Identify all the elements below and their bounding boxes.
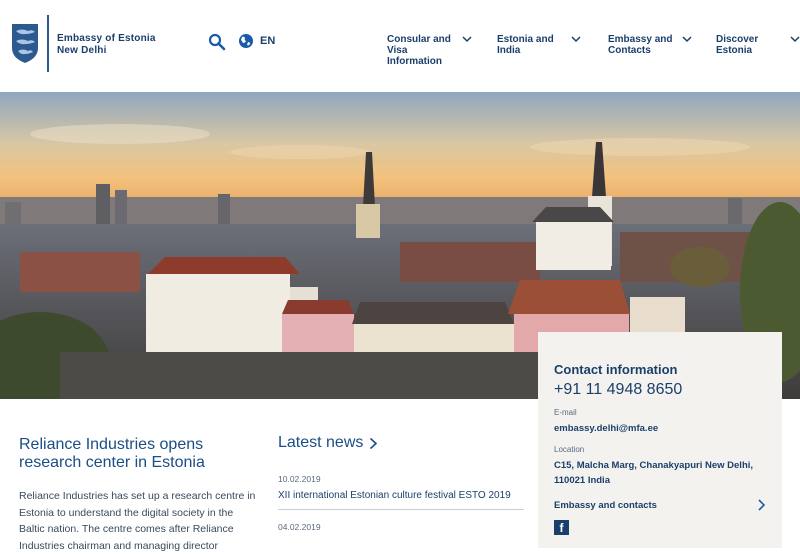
- contact-card: Contact information +91 11 4948 8650 E-m…: [538, 332, 782, 548]
- nav-label: Estonia and India: [497, 34, 554, 56]
- latest-news-link[interactable]: Latest news: [278, 434, 524, 452]
- news-item: 10.02.2019 XII international Estonian cu…: [278, 474, 524, 510]
- nav-label: Discover Estonia: [716, 34, 759, 56]
- news-date: 04.02.2019: [278, 522, 321, 532]
- article-body: Reliance Industries has set up a researc…: [19, 490, 256, 552]
- news-date: 10.02.2019: [278, 474, 321, 484]
- featured-article: Reliance Industries opens research cente…: [19, 436, 259, 554]
- chevron-down-icon: [682, 36, 692, 43]
- contact-phone[interactable]: +91 11 4948 8650: [554, 381, 766, 399]
- location-label: Location: [554, 445, 585, 454]
- news-divider: [278, 509, 524, 510]
- latest-news: Latest news 10.02.2019 XII international…: [278, 434, 524, 538]
- language-label: EN: [260, 35, 276, 47]
- nav-consular-visa[interactable]: Consular and Visa Information: [387, 34, 472, 67]
- contact-title: Contact information: [554, 362, 678, 377]
- chevron-down-icon: [462, 36, 472, 43]
- location-text: C15, Malcha Marg, Chanakyapuri New Delhi…: [554, 460, 754, 486]
- site-header: Embassy of Estonia New Delhi EN Consular…: [0, 0, 800, 90]
- article-title[interactable]: Reliance Industries opens research cente…: [19, 436, 259, 472]
- news-headline[interactable]: XII international Estonian culture festi…: [278, 490, 524, 501]
- nav-embassy-contacts[interactable]: Embassy and Contacts: [608, 34, 692, 56]
- nav-label: Embassy and Contacts: [608, 34, 673, 56]
- brand-line-1: Embassy of Estonia: [57, 33, 156, 44]
- facebook-glyph: f: [559, 520, 564, 535]
- embassy-contacts-label: Embassy and contacts: [554, 499, 657, 511]
- facebook-icon[interactable]: f: [554, 520, 569, 535]
- nav-estonia-india[interactable]: Estonia and India: [497, 34, 581, 56]
- chevron-right-icon: [370, 437, 378, 449]
- chevron-down-icon: [571, 36, 581, 43]
- search-icon: [208, 33, 226, 51]
- language-selector[interactable]: EN: [238, 33, 275, 49]
- latest-news-title: Latest news: [278, 434, 364, 451]
- logo-divider: [47, 15, 49, 72]
- brand-line-2: New Delhi: [57, 45, 107, 56]
- nav-discover-estonia[interactable]: Discover Estonia: [716, 34, 800, 56]
- embassy-contacts-link[interactable]: Embassy and contacts: [554, 499, 766, 511]
- globe-icon: [239, 34, 253, 48]
- coat-of-arms-icon[interactable]: [10, 22, 40, 64]
- chevron-down-icon: [790, 36, 800, 43]
- search-button[interactable]: [208, 33, 228, 53]
- email-label: E-mail: [554, 408, 577, 417]
- email-link[interactable]: embassy.delhi@mfa.ee: [554, 421, 766, 436]
- nav-label: Consular and Visa Information: [387, 34, 451, 67]
- news-item: 04.02.2019: [278, 522, 524, 532]
- brand-name[interactable]: Embassy of Estonia New Delhi: [57, 33, 156, 57]
- chevron-right-icon: [758, 499, 766, 511]
